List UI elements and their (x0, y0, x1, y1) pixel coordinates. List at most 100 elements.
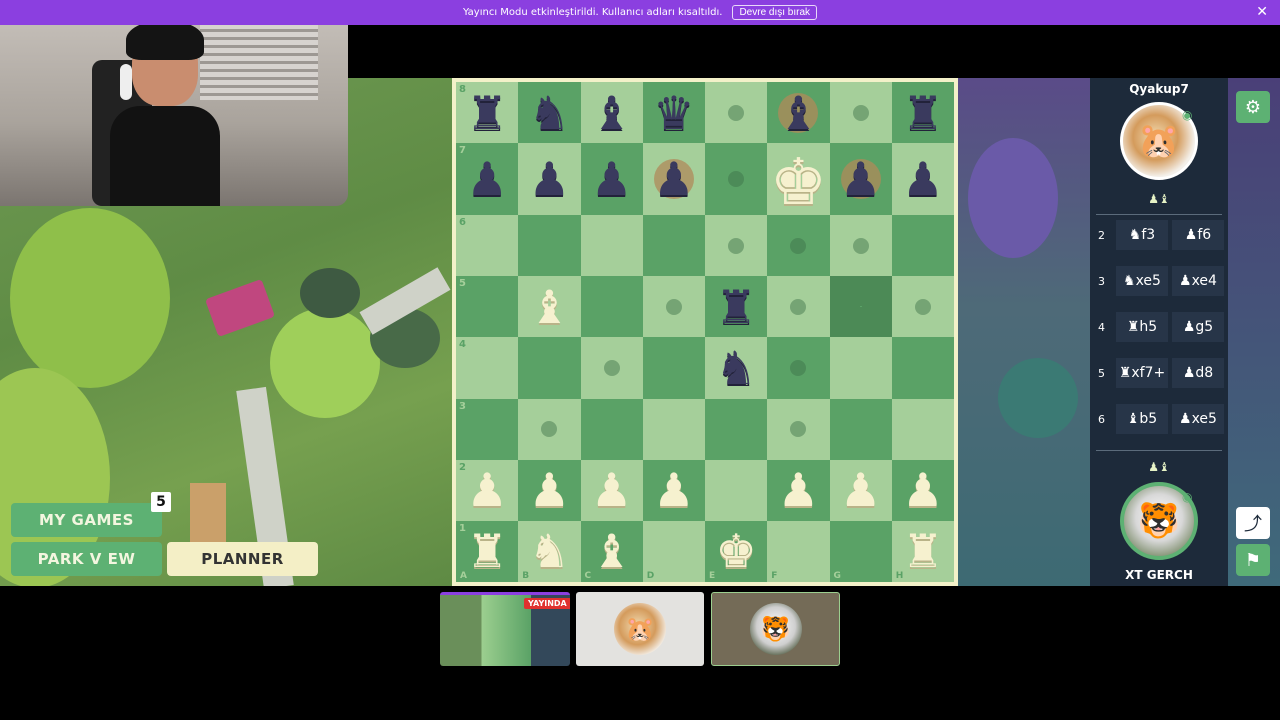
black-pawn-icon[interactable]: ♟ (653, 156, 694, 202)
board-square-b2[interactable]: ♟ (518, 459, 581, 521)
board-square-f2[interactable]: ♟ (767, 459, 830, 521)
my-games-button[interactable]: MY GAMES (11, 503, 162, 537)
black-bishop-icon[interactable]: ♝ (778, 90, 819, 136)
board-square-e3[interactable] (705, 398, 768, 460)
board-square-b8[interactable]: ♞ (518, 82, 581, 144)
resign-button[interactable]: ⚑ (1236, 544, 1270, 576)
board-square-h5[interactable] (891, 276, 954, 338)
board-square-h1[interactable]: ♜ H (891, 520, 954, 582)
black-bishop-icon[interactable]: ♝ (591, 90, 632, 136)
board-square-a2[interactable]: ♟ 2 (456, 459, 519, 521)
black-pawn-icon[interactable]: ♟ (529, 156, 570, 202)
board-square-e5[interactable]: ♜ (705, 276, 768, 338)
board-square-e6[interactable] (705, 215, 768, 277)
board-square-c6[interactable] (580, 215, 643, 277)
board-square-d2[interactable]: ♟ (642, 459, 705, 521)
board-square-c4[interactable] (580, 337, 643, 399)
close-icon[interactable]: ✕ (1256, 4, 1268, 20)
board-square-d6[interactable] (642, 215, 705, 277)
board-square-b4[interactable] (518, 337, 581, 399)
legal-move-dot[interactable] (790, 421, 807, 438)
board-square-d4[interactable] (642, 337, 705, 399)
white-rook-icon[interactable]: ♜ (902, 528, 943, 574)
legal-move-dot[interactable] (665, 298, 682, 315)
black-pawn-icon[interactable]: ♟ (591, 156, 632, 202)
board-square-a8[interactable]: ♜ 8 (456, 82, 519, 144)
white-king-icon[interactable]: ♚ (716, 528, 757, 574)
board-square-b1[interactable]: ♞ B (518, 520, 581, 582)
black-knight-icon[interactable]: ♞ (716, 345, 757, 391)
board-square-a4[interactable]: 4 (456, 337, 519, 399)
legal-move-dot[interactable] (852, 237, 869, 254)
black-pawn-icon[interactable]: ♟ (840, 156, 881, 202)
white-move[interactable]: ♞xe5 (1116, 266, 1168, 296)
board-square-a7[interactable]: ♟ 7 (456, 143, 519, 216)
black-move[interactable]: ♟xe5 (1172, 404, 1224, 434)
board-square-c1[interactable]: ♝ C (580, 520, 643, 582)
white-pawn-icon[interactable]: ♟ (653, 467, 694, 513)
white-pawn-icon[interactable]: ♟ (840, 467, 881, 513)
black-rook-icon[interactable]: ♜ (902, 90, 943, 136)
board-square-b7[interactable]: ♟ (518, 143, 581, 216)
board-square-c7[interactable]: ♟ (580, 143, 643, 216)
board-square-h7[interactable]: ♟ (891, 143, 954, 216)
board-square-h8[interactable]: ♜ (891, 82, 954, 144)
board-square-e7[interactable] (705, 143, 768, 216)
white-pawn-icon[interactable]: ♟ (902, 467, 943, 513)
white-pawn-icon[interactable]: ♟ (591, 467, 632, 513)
white-king-icon[interactable]: ♚ (770, 151, 827, 215)
white-move[interactable]: ♞f3 (1116, 220, 1168, 250)
white-pawn-icon[interactable]: ♟ (778, 467, 819, 513)
board-square-h3[interactable] (891, 398, 954, 460)
board-square-a5[interactable]: 5 (456, 276, 519, 338)
board-square-g4[interactable] (829, 337, 892, 399)
legal-move-dot[interactable] (852, 104, 869, 121)
legal-move-dot[interactable] (790, 237, 807, 254)
board-square-h2[interactable]: ♟ (891, 459, 954, 521)
stream-thumbnail[interactable]: YAYINDA (440, 592, 570, 666)
black-move[interactable]: ♟f6 (1172, 220, 1224, 250)
board-square-d8[interactable]: ♛ (642, 82, 705, 144)
legal-move-dot[interactable] (728, 104, 745, 121)
board-square-g5[interactable] (829, 276, 892, 338)
board-square-d1[interactable]: D (642, 520, 705, 582)
white-bishop-icon[interactable]: ♝ (591, 528, 632, 574)
board-square-a6[interactable]: 6 (456, 215, 519, 277)
board-square-c5[interactable] (580, 276, 643, 338)
board-square-a3[interactable]: 3 (456, 398, 519, 460)
park-view-button[interactable]: PARK V EW (11, 542, 162, 576)
legal-move-dot[interactable] (603, 359, 620, 376)
board-square-g3[interactable] (829, 398, 892, 460)
board-square-c8[interactable]: ♝ (580, 82, 643, 144)
board-square-b5[interactable]: ♝ (518, 276, 581, 338)
black-pawn-icon[interactable]: ♟ (902, 156, 943, 202)
black-rook-icon[interactable]: ♜ (467, 90, 508, 136)
board-square-b6[interactable] (518, 215, 581, 277)
board-square-c2[interactable]: ♟ (580, 459, 643, 521)
board-square-h6[interactable] (891, 215, 954, 277)
white-bishop-icon[interactable]: ♝ (529, 284, 570, 330)
opponent-thumbnail[interactable]: 🐹 (576, 592, 704, 666)
white-move[interactable]: ♜xf7+ (1116, 358, 1168, 388)
board-square-g2[interactable]: ♟ (829, 459, 892, 521)
board-square-d7[interactable]: ♟ (642, 143, 705, 216)
legal-move-dot[interactable] (914, 298, 931, 315)
board-square-c3[interactable] (580, 398, 643, 460)
disable-streamer-mode-button[interactable]: Devre dışı bırak (732, 5, 818, 20)
planner-button[interactable]: PLANNER (167, 542, 318, 576)
share-button[interactable]: ⤴ (1236, 507, 1270, 539)
legal-move-dot[interactable] (790, 359, 807, 376)
board-square-g6[interactable] (829, 215, 892, 277)
white-pawn-icon[interactable]: ♟ (467, 467, 508, 513)
legal-move-dot[interactable] (728, 237, 745, 254)
board-square-h4[interactable] (891, 337, 954, 399)
black-move[interactable]: ♟g5 (1172, 312, 1224, 342)
board-square-e4[interactable]: ♞ (705, 337, 768, 399)
white-move[interactable]: ♜h5 (1116, 312, 1168, 342)
white-knight-icon[interactable]: ♞ (529, 528, 570, 574)
board-square-e1[interactable]: ♚ E (705, 520, 768, 582)
board-square-e8[interactable] (705, 82, 768, 144)
board-square-f7[interactable]: ♚ (767, 143, 830, 216)
board-square-b3[interactable] (518, 398, 581, 460)
black-queen-icon[interactable]: ♛ (653, 90, 694, 136)
